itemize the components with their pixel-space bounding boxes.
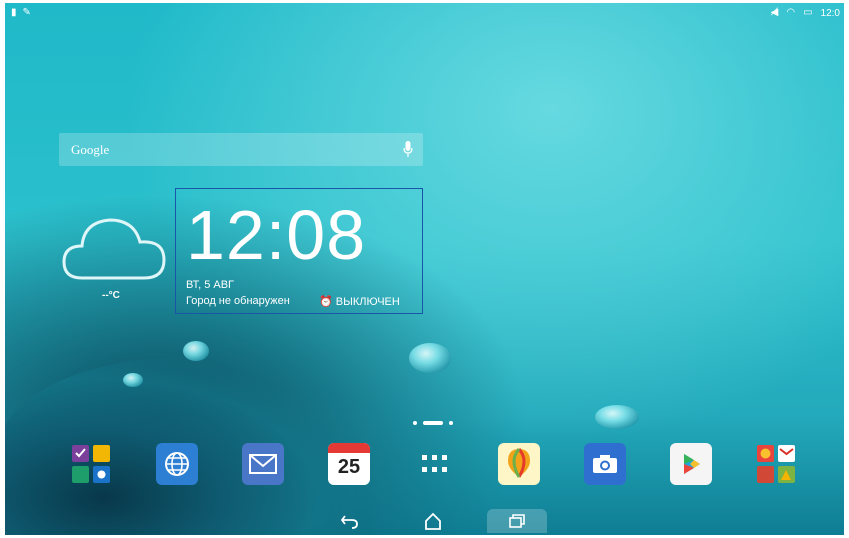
- search-label: Google: [71, 142, 110, 157]
- home-icon: [425, 512, 441, 530]
- nav-back-button[interactable]: [320, 509, 380, 533]
- water-drop: [595, 405, 639, 429]
- grid-icon: [422, 455, 447, 472]
- clock-city: Город не обнаружен: [186, 295, 290, 307]
- google-search-bar[interactable]: Google: [59, 133, 423, 166]
- cloud-icon: [62, 218, 166, 280]
- home-screen: ▮ ✎ ◀̸ ◠ ▭ 12:0 Google --°C 12:08 ВТ, 5 …: [5, 3, 844, 535]
- folder-icon: [72, 445, 110, 483]
- calendar-header: [328, 443, 370, 453]
- alarm-status: ВЫКЛЮЧЕН: [335, 296, 400, 308]
- page-dot: [413, 421, 417, 425]
- app-drawer-button[interactable]: [414, 443, 456, 485]
- recents-icon: [509, 514, 525, 528]
- status-time: 12:0: [820, 7, 840, 19]
- asus-apps-folder[interactable]: [70, 443, 112, 485]
- google-folder-icon: [757, 445, 795, 483]
- calendar-day: 25: [337, 456, 361, 478]
- play-store-icon: [684, 454, 700, 474]
- clock-widget[interactable]: 12:08 ВТ, 5 АВГ Город не обнаружен ⏰ ВЫК…: [175, 188, 423, 314]
- calendar-app[interactable]: 25: [328, 443, 370, 485]
- back-icon: [340, 515, 358, 529]
- battery-icon: ▭: [803, 7, 813, 18]
- google-apps-folder[interactable]: [755, 443, 797, 485]
- clock-time: 12:08: [186, 196, 367, 274]
- app-dock: 25: [5, 439, 844, 501]
- alarm-icon: ⏰: [319, 296, 333, 308]
- play-store-app[interactable]: [670, 443, 712, 485]
- envelope-icon: [249, 454, 277, 474]
- camera-icon: [593, 455, 617, 473]
- clock-date: ВТ, 5 АВГ: [186, 279, 235, 291]
- page-indicator: [413, 421, 453, 425]
- water-drop: [123, 373, 143, 387]
- camera-app[interactable]: [584, 443, 626, 485]
- browser-app[interactable]: [156, 443, 198, 485]
- nav-recents-button[interactable]: [487, 509, 547, 533]
- page-dot: [449, 421, 453, 425]
- wifi-icon: ◠: [786, 7, 796, 18]
- weather-widget[interactable]: --°C: [60, 208, 180, 308]
- water-drop: [409, 343, 451, 373]
- tool-notification-icon: ✎: [22, 7, 31, 18]
- email-app[interactable]: [242, 443, 284, 485]
- status-bar[interactable]: ▮ ✎ ◀̸ ◠ ▭ 12:0: [5, 3, 844, 25]
- mute-icon: ◀̸: [770, 7, 779, 18]
- image-notification-icon: ▮: [11, 7, 17, 18]
- weather-temperature: --°C: [102, 290, 120, 301]
- water-drop: [183, 341, 209, 361]
- nav-home-button[interactable]: [403, 509, 463, 533]
- navigation-bar: [5, 507, 844, 535]
- globe-icon: [165, 452, 189, 476]
- clock-alarm: ⏰ ВЫКЛЮЧЕН: [319, 295, 400, 308]
- balloon-icon: [508, 448, 530, 478]
- page-dot-active: [423, 421, 443, 425]
- mic-icon[interactable]: [403, 140, 413, 158]
- weather-app[interactable]: [498, 443, 540, 485]
